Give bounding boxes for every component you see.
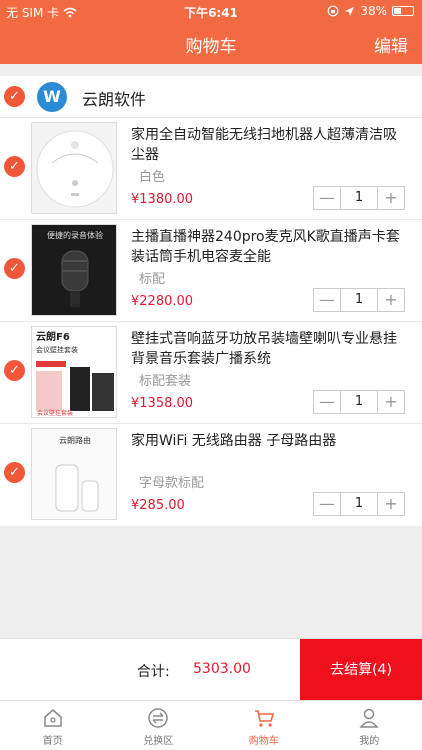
battery-percent: 38% (360, 4, 387, 18)
router-image: 云朗路由 (32, 429, 116, 519)
quantity-value[interactable]: 1 (340, 289, 378, 311)
battery-icon (392, 6, 414, 16)
product-price: ¥2280.00 (131, 294, 194, 309)
product-image[interactable]: 云朗F6 会议壁挂套装 会议壁挂套装 (31, 326, 117, 418)
product-name[interactable]: 主播直播神器240pro麦克风K歌直播声卡套装话筒手机电容麦全能 (131, 227, 407, 267)
item-select-checkbox[interactable]: ✓ (4, 360, 25, 381)
checkout-button[interactable]: 去结算(4) (300, 639, 422, 701)
navigation-header: 无 SIM 卡 下午6:41 38% 购物车 编辑 (0, 0, 422, 64)
product-image[interactable]: 云朗路由 (31, 428, 117, 520)
tab-label: 购物车 (248, 736, 279, 747)
exchange-icon (148, 708, 168, 728)
shop-select-checkbox[interactable]: ✓ (4, 86, 25, 107)
product-name[interactable]: 家用WiFi 无线路由器 子母路由器 (131, 431, 407, 451)
tab-profile[interactable]: 我的 (317, 701, 422, 750)
quantity-value[interactable]: 1 (340, 493, 378, 515)
checkout-bar: 合计: 5303.00 去结算(4) (0, 638, 422, 701)
increase-button[interactable]: + (378, 187, 404, 209)
product-price: ¥1380.00 (131, 192, 194, 207)
item-select-checkbox[interactable]: ✓ (4, 156, 25, 177)
product-price: ¥285.00 (131, 498, 185, 513)
product-name[interactable]: 壁挂式音响蓝牙功放吊装墙壁喇叭专业悬挂背景音乐套装广播系统 (131, 329, 407, 369)
decrease-button[interactable]: — (314, 289, 340, 311)
home-icon (44, 709, 62, 727)
shop-header: ✓ W 云朗软件 (0, 76, 422, 118)
cart-item-list: ✓ 家用全自动智能无线扫地机器人超薄清洁吸尘器 白色 ¥1380.00 — 1 … (0, 118, 422, 526)
tab-exchange[interactable]: 兑换区 (106, 701, 212, 750)
shop-logo: W (37, 82, 67, 112)
increase-button[interactable]: + (378, 493, 404, 515)
product-image[interactable]: 便捷的录音体验 (31, 224, 117, 316)
item-select-checkbox[interactable]: ✓ (4, 462, 25, 483)
tab-home[interactable]: 首页 (0, 701, 106, 750)
decrease-button[interactable]: — (314, 493, 340, 515)
quantity-value[interactable]: 1 (340, 187, 378, 209)
product-name[interactable]: 家用全自动智能无线扫地机器人超薄清洁吸尘器 (131, 125, 407, 165)
total-value: 5303.00 (193, 661, 251, 677)
speaker-sub-text: 会议壁挂套装 (36, 345, 78, 354)
router-brand-text: 云朗路由 (59, 435, 91, 445)
item-select-checkbox[interactable]: ✓ (4, 258, 25, 279)
location-arrow-icon (345, 6, 355, 16)
edit-button[interactable]: 编辑 (374, 32, 408, 57)
cart-item[interactable]: ✓ 便捷的录音体验 主播直播神器240pro麦克风K歌直播声卡套装话筒手机电容麦… (0, 220, 422, 322)
mic-banner-text: 便捷的录音体验 (47, 230, 103, 240)
tab-label: 首页 (42, 736, 63, 747)
product-image[interactable] (31, 122, 117, 214)
quantity-value[interactable]: 1 (340, 391, 378, 413)
tab-cart[interactable]: 购物车 (211, 701, 317, 750)
decrease-button[interactable]: — (314, 391, 340, 413)
total-label: 合计: (137, 664, 170, 680)
product-spec: 标配套装 (139, 374, 192, 389)
increase-button[interactable]: + (378, 391, 404, 413)
quantity-stepper: — 1 + (313, 390, 405, 414)
speaker-tag-text: 会议壁挂套装 (37, 409, 73, 417)
speaker-brand-text: 云朗F6 (36, 330, 70, 343)
product-price: ¥1358.00 (131, 396, 194, 411)
product-spec: 标配 (139, 272, 166, 287)
shop-name[interactable]: 云朗软件 (82, 86, 146, 110)
rotation-lock-icon (327, 5, 339, 17)
quantity-stepper: — 1 + (313, 288, 405, 312)
status-bar: 无 SIM 卡 下午6:41 38% (0, 0, 422, 22)
tab-label: 我的 (359, 736, 380, 747)
tab-label: 兑换区 (143, 736, 174, 747)
quantity-stepper: — 1 + (313, 492, 405, 516)
speaker-image: 云朗F6 会议壁挂套装 会议壁挂套装 (32, 327, 116, 417)
user-icon (359, 708, 379, 728)
robot-vacuum-image (32, 123, 116, 213)
cart-item[interactable]: ✓ 家用全自动智能无线扫地机器人超薄清洁吸尘器 白色 ¥1380.00 — 1 … (0, 118, 422, 220)
page-title: 购物车 (185, 37, 237, 57)
increase-button[interactable]: + (378, 289, 404, 311)
quantity-stepper: — 1 + (313, 186, 405, 210)
decrease-button[interactable]: — (314, 187, 340, 209)
cart-item[interactable]: ✓ 云朗F6 会议壁挂套装 会议壁挂套装 壁挂式音响蓝牙功放吊装墙壁喇叭专业悬挂… (0, 322, 422, 424)
product-spec: 白色 (139, 170, 166, 185)
cart-icon (254, 710, 274, 727)
product-spec: 字母款标配 (139, 476, 205, 491)
tab-bar: 首页 兑换区 购物车 我的 (0, 700, 422, 750)
microphone-image: 便捷的录音体验 (32, 225, 116, 315)
cart-item[interactable]: ✓ 云朗路由 家用WiFi 无线路由器 子母路由器 字母款标配 ¥285.00 … (0, 424, 422, 526)
